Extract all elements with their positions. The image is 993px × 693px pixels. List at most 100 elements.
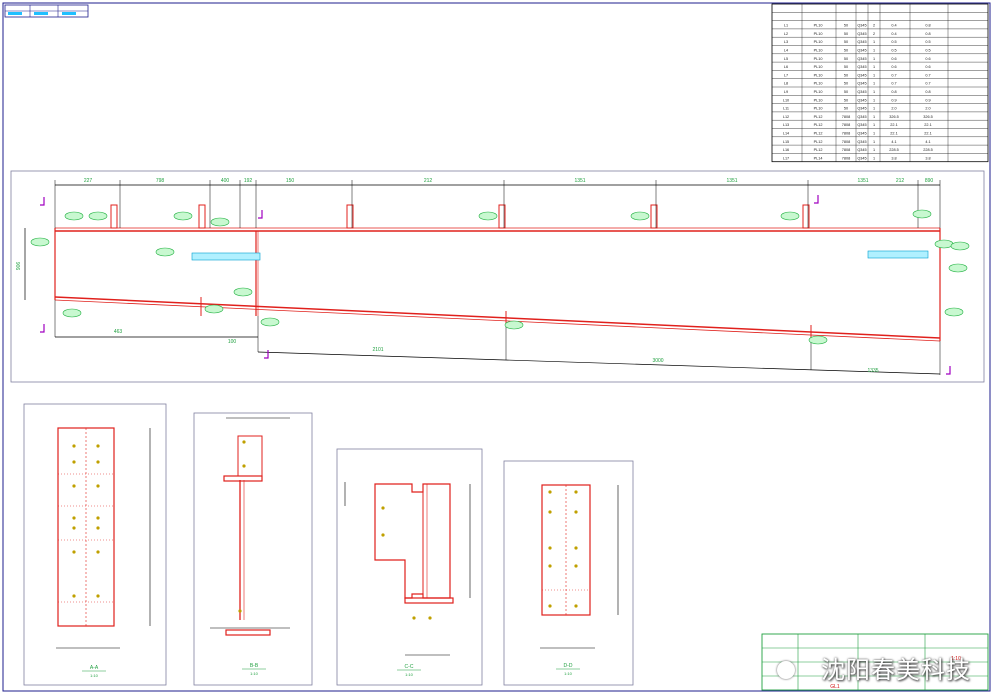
part-callout-bubble (64, 211, 84, 221)
top-dim-label: 1351 (726, 178, 737, 184)
parts-table-cell: 2.0 (925, 107, 930, 111)
parts-table-cell: 0.7 (891, 73, 896, 77)
parts-table-cell: Q345 (857, 148, 866, 152)
section-b-caption: B-B (250, 663, 259, 669)
parts-table-cell: 50 (844, 49, 848, 53)
parts-table-cell: 7808 (842, 140, 850, 144)
bolt-hole (72, 594, 76, 598)
part-callout-bubble (173, 211, 193, 221)
bottom-dim-2: 100 (228, 339, 237, 345)
parts-table-cell: Q345 (857, 40, 866, 44)
parts-table-cell: 50 (844, 32, 848, 36)
section-view-c-c: C-C 1:10 (336, 448, 483, 686)
part-callout-bubble (210, 217, 230, 227)
bolt-hole (242, 440, 246, 444)
parts-table-cell: PL12 (814, 115, 823, 119)
parts-table-cell: Q345 (857, 73, 866, 77)
bolt-hole (548, 490, 552, 494)
parts-table-cell: 7808 (842, 115, 850, 119)
parts-table-cell: 50 (844, 90, 848, 94)
drawing-border (2, 2, 991, 692)
bolt-hole (548, 510, 552, 514)
top-dim-label: 400 (221, 178, 230, 184)
parts-table-cell: L8 (784, 82, 788, 86)
part-callout-bubble (808, 335, 828, 345)
parts-table-cell: Q345 (857, 49, 866, 53)
parts-table-cell: 7808 (842, 123, 850, 127)
bolt-hole (72, 526, 76, 530)
bolt-hole (242, 464, 246, 468)
parts-table-cell: 0.9 (891, 98, 896, 102)
part-callout-bubble (155, 247, 175, 257)
parts-table-cell: 0.8 (891, 90, 896, 94)
parts-table-cell: 1 (873, 57, 875, 61)
bolt-hole (96, 484, 100, 488)
section-c-caption: C-C (405, 664, 414, 670)
bolt-hole (381, 533, 385, 537)
top-dimension-ticks (54, 180, 941, 228)
parts-table-cell: PL12 (814, 123, 823, 127)
bolt-hole (412, 616, 416, 620)
parts-table-cell: L4 (784, 49, 788, 53)
bolt-hole (428, 616, 432, 620)
parts-table-cell: 0.8 (925, 32, 930, 36)
parts-table-cell: L17 (783, 156, 789, 160)
parts-table-cell: 1 (873, 107, 875, 111)
parts-table-cell: 1 (873, 148, 875, 152)
parts-table-cell: PL12 (814, 140, 823, 144)
bolt-hole (548, 546, 552, 550)
parts-table-cell: PL10 (814, 90, 823, 94)
wechat-icon (777, 661, 795, 679)
part-callout-bubble (62, 308, 82, 318)
section-a-scale: 1:10 (90, 673, 99, 678)
bolt-hole (574, 510, 578, 514)
parts-table-cell: 0.6 (925, 65, 930, 69)
section-view-a-a: A-A 1:10 (23, 403, 167, 686)
parts-table-cell: 3.8 (891, 156, 896, 160)
parts-table: L1 PL10 50 Q345 2 0.4 0.8 L2 PL10 50 Q345 2 0.4 0.8 L3… (771, 3, 989, 163)
parts-table-cell: L14 (783, 132, 789, 136)
parts-table-cell: Q345 (857, 156, 866, 160)
section-view-d-d: D-D 1:10 (503, 460, 634, 686)
parts-table-cell: L1 (784, 24, 788, 28)
parts-table-cell: L16 (783, 148, 789, 152)
parts-table-cell: Q345 (857, 132, 866, 136)
parts-table-cell: L6 (784, 65, 788, 69)
parts-table-cell: Q345 (857, 140, 866, 144)
bolt-hole (72, 444, 76, 448)
parts-table-cell: 0.7 (891, 82, 896, 86)
parts-table-cell: 1 (873, 73, 875, 77)
bolt-hole (381, 506, 385, 510)
parts-table-cell: 0.8 (925, 24, 930, 28)
parts-table-cell: PL14 (814, 156, 823, 160)
bolt-hole (72, 516, 76, 520)
part-callout-bubble (780, 211, 800, 221)
parts-table-cell: 22.1 (890, 132, 897, 136)
parts-table-cell: 0.6 (891, 57, 896, 61)
bolt-hole (72, 460, 76, 464)
top-dim-label: 212 (896, 178, 905, 184)
part-callout-bubble (944, 307, 964, 317)
parts-table-cell: L12 (783, 115, 789, 119)
parts-table-cell: 7808 (842, 156, 850, 160)
parts-table-cell: Q345 (857, 32, 866, 36)
top-dimension-labels: 227 798 400 192 150 212 1351 1351 1351 890 212 (84, 178, 934, 184)
parts-table-cell: 50 (844, 65, 848, 69)
parts-table-cell: 50 (844, 82, 848, 86)
part-callout-bubble (478, 211, 498, 221)
bolt-hole (96, 460, 100, 464)
parts-table-cell: 0.9 (925, 98, 930, 102)
watermark-text: 沈阳春美科技 (821, 656, 971, 684)
section-b-scale: 1:10 (250, 671, 259, 676)
corner-tab (4, 4, 89, 18)
part-callout-bubble (912, 209, 932, 219)
bolt-hole (574, 546, 578, 550)
parts-table-cell: 22.1 (924, 123, 931, 127)
part-callout-bubble (30, 237, 50, 247)
parts-table-cell: 0.5 (925, 40, 930, 44)
parts-table-cell: Q345 (857, 82, 866, 86)
parts-table-cell: L3 (784, 40, 788, 44)
parts-table-cell: 0.6 (891, 65, 896, 69)
bottom-dim-3: 2101 (372, 347, 383, 353)
parts-table-cell: 4.1 (891, 140, 896, 144)
